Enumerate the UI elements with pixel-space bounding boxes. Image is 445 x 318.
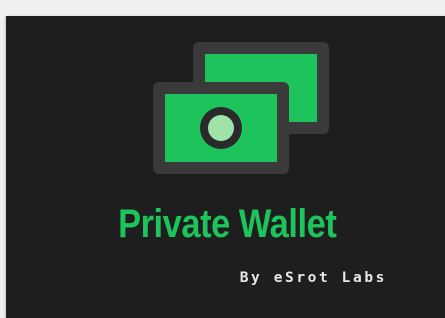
- brand-title: Private Wallet: [118, 202, 337, 246]
- logo-card: Private Wallet By eSrot Labs: [6, 16, 445, 318]
- screenshot: Private Wallet By eSrot Labs: [0, 0, 445, 318]
- brand-subtitle: By eSrot Labs: [239, 270, 387, 286]
- coin-center: [208, 115, 234, 141]
